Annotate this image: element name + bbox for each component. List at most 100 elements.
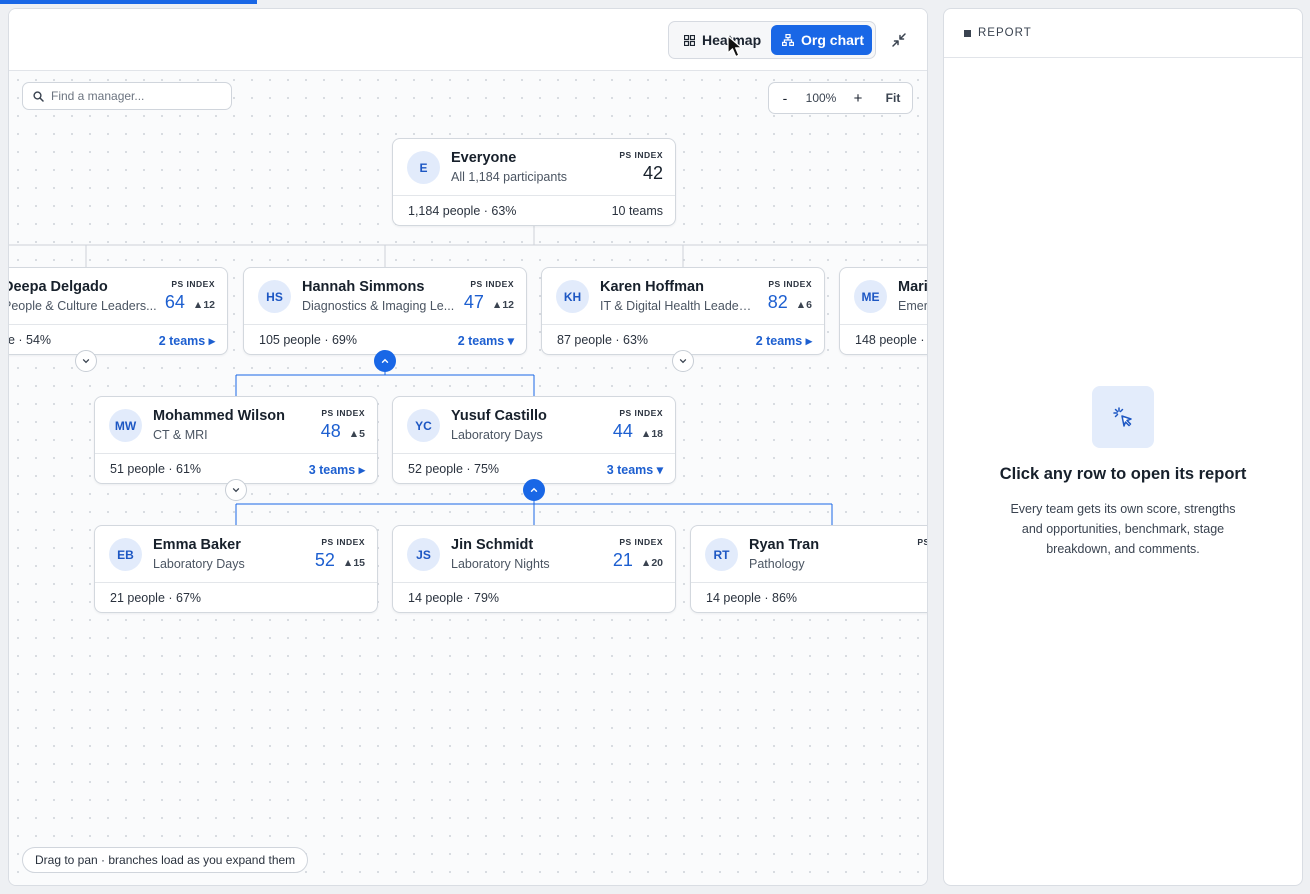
report-panel: REPORT Click any row to open its report … bbox=[943, 8, 1303, 886]
zoom-fit-button[interactable]: Fit bbox=[875, 91, 911, 105]
avatar: EB bbox=[109, 538, 142, 571]
node-people: 52 people · 75% bbox=[408, 462, 500, 476]
search-input[interactable] bbox=[51, 89, 211, 103]
avatar: HS bbox=[258, 280, 291, 313]
node-people: 1,184 people · 63% bbox=[408, 204, 517, 218]
ps-score: 47 bbox=[463, 292, 484, 312]
node-subtitle: Pathology bbox=[749, 557, 805, 571]
avatar: RT bbox=[705, 538, 738, 571]
node-teams-link[interactable]: 3 teams ▸ bbox=[309, 462, 365, 477]
empty-state-title: Click any row to open its report bbox=[999, 465, 1247, 483]
chevron-down-icon bbox=[232, 488, 240, 493]
org-node-jin-schmidt[interactable]: JS Jin Schmidt Laboratory Nights PS INDE… bbox=[392, 525, 676, 613]
collapse-branch-button[interactable] bbox=[523, 479, 545, 501]
chevron-up-icon bbox=[381, 358, 389, 363]
chevron-down-icon bbox=[82, 359, 90, 364]
avatar: KH bbox=[556, 280, 589, 313]
node-subtitle: Laboratory Nights bbox=[451, 557, 550, 571]
manager-search[interactable] bbox=[22, 82, 232, 110]
report-title: REPORT bbox=[978, 27, 1032, 39]
ps-index-label: PS INDEX bbox=[321, 537, 365, 547]
node-people: 51 people · 61% bbox=[110, 462, 202, 476]
node-name: Emma Baker bbox=[153, 537, 241, 553]
view-toggle: Heatmap Org chart bbox=[668, 21, 876, 59]
org-node-everyone[interactable]: E Everyone All 1,184 participants PS IND… bbox=[392, 138, 676, 226]
ps-index-label: PS INDEX bbox=[470, 279, 514, 289]
avatar: ME bbox=[854, 280, 887, 313]
ps-score: 21 bbox=[612, 550, 633, 570]
search-icon bbox=[33, 90, 44, 102]
node-subtitle: People & Culture Leaders... bbox=[9, 299, 157, 313]
ps-index-label: PS INDEX bbox=[619, 537, 663, 547]
org-node-karen-hoffman[interactable]: KH Karen Hoffman IT & Digital Health Lea… bbox=[541, 267, 825, 355]
node-teams-link[interactable]: 2 teams ▸ bbox=[756, 333, 812, 348]
ps-delta: ▲15 bbox=[342, 557, 365, 569]
zoom-controls: - 100% + Fit bbox=[768, 82, 913, 114]
chevron-down-icon bbox=[679, 359, 687, 364]
node-teams-link[interactable]: 3 teams ▾ bbox=[607, 462, 663, 477]
ps-delta: ▲18 bbox=[640, 428, 663, 440]
node-subtitle: Emerg bbox=[898, 299, 927, 313]
node-people: 21 people · 67% bbox=[110, 591, 202, 605]
node-teams: 10 teams bbox=[611, 204, 663, 218]
avatar: MW bbox=[109, 409, 142, 442]
node-subtitle: Diagnostics & Imaging Le... bbox=[302, 299, 455, 313]
heatmap-tab[interactable]: Heatmap bbox=[674, 25, 766, 55]
node-name: Mohammed Wilson bbox=[153, 408, 285, 424]
expand-button[interactable] bbox=[75, 350, 97, 372]
ps-score: 44 bbox=[612, 421, 633, 441]
loading-progress-bar bbox=[0, 0, 257, 4]
node-subtitle: Laboratory Days bbox=[153, 557, 245, 571]
zoom-out-button[interactable]: - bbox=[769, 90, 801, 106]
expand-button[interactable] bbox=[225, 479, 247, 501]
node-name: Everyone bbox=[451, 150, 517, 166]
avatar: YC bbox=[407, 409, 440, 442]
ps-index-label: PS INDEX bbox=[619, 408, 663, 418]
org-node-emma-baker[interactable]: EB Emma Baker Laboratory Days PS INDEX 5… bbox=[94, 525, 378, 613]
org-node-deepa-delgado[interactable]: DD Deepa Delgado People & Culture Leader… bbox=[9, 267, 228, 355]
node-name: Jin Schmidt bbox=[451, 537, 534, 553]
cursor-click-icon bbox=[1092, 386, 1154, 448]
collapse-icon[interactable] bbox=[890, 31, 908, 49]
org-chart-canvas[interactable]: - 100% + Fit E Everyone All 1,184 partic… bbox=[9, 71, 927, 885]
ps-score: 64 bbox=[164, 292, 185, 312]
ps-index-label: PS INDEX bbox=[321, 408, 365, 418]
mouse-pointer-icon bbox=[727, 35, 743, 58]
org-node-hannah-simmons[interactable]: HS Hannah Simmons Diagnostics & Imaging … bbox=[243, 267, 527, 355]
org-node-ryan-tran[interactable]: RT Ryan Tran Pathology PS INDEX 56 14 pe… bbox=[690, 525, 927, 613]
expand-button[interactable] bbox=[672, 350, 694, 372]
org-node-yusuf-castillo[interactable]: YC Yusuf Castillo Laboratory Days PS IND… bbox=[392, 396, 676, 484]
main-header: Heatmap Org chart bbox=[9, 9, 927, 71]
zoom-in-button[interactable]: + bbox=[841, 90, 875, 107]
node-people: 105 people · 69% bbox=[259, 333, 357, 347]
node-name: Hannah Simmons bbox=[302, 279, 425, 295]
collapse-branch-button[interactable] bbox=[374, 350, 396, 372]
ps-score: 48 bbox=[320, 421, 341, 441]
grid-icon bbox=[684, 34, 695, 46]
chevron-up-icon bbox=[530, 487, 538, 492]
node-teams-link[interactable]: 2 teams ▸ bbox=[159, 333, 215, 348]
ps-delta: ▲20 bbox=[640, 557, 663, 569]
empty-state-description: Every team gets its own score, strengths… bbox=[1010, 502, 1236, 556]
ps-delta: ▲6 bbox=[795, 299, 812, 311]
ps-delta: ▲12 bbox=[491, 299, 514, 311]
org-chart-tab[interactable]: Org chart bbox=[771, 25, 872, 55]
node-teams-link[interactable]: 2 teams ▾ bbox=[458, 333, 514, 348]
pan-hint: Drag to pan · branches load as you expan… bbox=[22, 847, 309, 873]
zoom-level: 100% bbox=[805, 91, 837, 105]
org-chart-icon bbox=[782, 34, 794, 46]
org-node-me[interactable]: ME Mari Emerg 148 people · bbox=[839, 267, 927, 355]
ps-delta: ▲12 bbox=[192, 299, 215, 311]
avatar: JS bbox=[407, 538, 440, 571]
ps-score: 82 bbox=[767, 292, 788, 312]
ps-index-label: PS INDEX bbox=[768, 279, 812, 289]
org-chart-panel: Heatmap Org chart bbox=[8, 8, 928, 886]
node-subtitle: CT & MRI bbox=[153, 428, 208, 442]
report-header: REPORT bbox=[944, 9, 1302, 58]
ps-score: 42 bbox=[642, 163, 663, 183]
node-name: Deepa Delgado bbox=[9, 279, 108, 295]
org-node-mohammed-wilson[interactable]: MW Mohammed Wilson CT & MRI PS INDEX 48 … bbox=[94, 396, 378, 484]
ps-delta: ▲5 bbox=[348, 428, 365, 440]
org-chart-label: Org chart bbox=[801, 32, 865, 48]
square-icon bbox=[964, 29, 971, 37]
